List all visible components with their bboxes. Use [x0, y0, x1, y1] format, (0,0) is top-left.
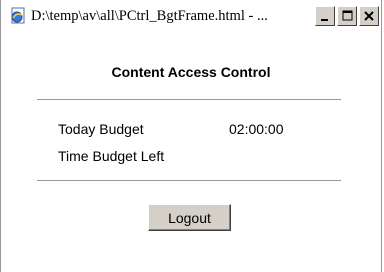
logout-button[interactable]: Logout [148, 204, 231, 231]
window-title: D:\temp\av\all\PCtrl_BgtFrame.html - ... [31, 8, 268, 24]
time-budget-left-label: Time Budget Left [58, 148, 165, 164]
minimize-button[interactable] [315, 6, 335, 26]
close-icon [364, 11, 374, 21]
window-controls [315, 6, 379, 28]
browser-window: D:\temp\av\all\PCtrl_BgtFrame.html - ... [0, 0, 382, 272]
page-title: Content Access Control [111, 64, 271, 80]
page-content: Content Access Control Today Budget 02:0… [1, 34, 381, 272]
title-bar[interactable]: D:\temp\av\all\PCtrl_BgtFrame.html - ... [1, 0, 381, 34]
top-divider [37, 99, 341, 101]
close-button[interactable] [359, 6, 379, 26]
today-budget-value: 02:00:00 [229, 121, 284, 137]
minimize-icon [321, 19, 328, 21]
today-budget-label: Today Budget [58, 121, 144, 137]
maximize-icon [342, 10, 353, 21]
bottom-divider [37, 180, 341, 182]
ie-page-icon [9, 6, 29, 26]
maximize-button[interactable] [337, 6, 357, 26]
